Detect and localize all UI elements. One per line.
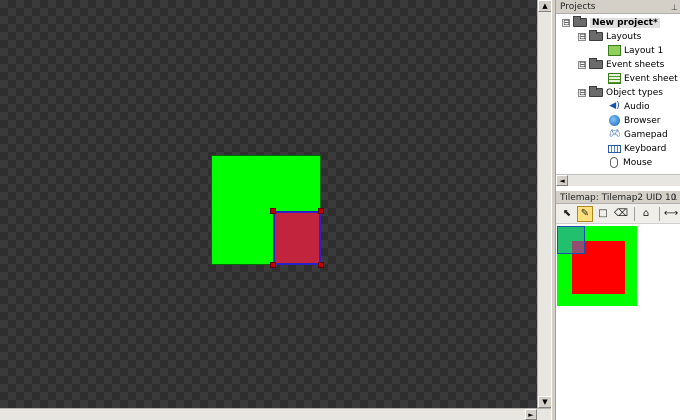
tree-item-audio[interactable]: ◀) Audio [608, 101, 650, 114]
object-type-label: Browser [624, 116, 661, 126]
event-sheet-item-label: Event sheet 1 [624, 74, 680, 84]
folder-icon [573, 16, 587, 27]
event-sheet-icon [608, 73, 621, 84]
tree-item-layout-1[interactable]: Layout 1 [608, 45, 663, 58]
tree-item-keyboard[interactable]: Keyboard [608, 143, 666, 156]
collapse-icon[interactable]: ⊟ [578, 88, 586, 97]
folder-icon [589, 86, 603, 97]
tilemap-panel: Tilemap: Tilemap2 UID 10 ⊥ ⬉ ✎ □ ⌫ ⌂ ⟷ [555, 190, 680, 420]
canvas-vertical-scrollbar[interactable]: ▲ ▼ [537, 0, 552, 408]
eraser-tool-icon[interactable]: ⌫ [613, 206, 629, 222]
event-sheets-folder-label: Event sheets [606, 60, 665, 70]
project-name-label: New project* [590, 18, 660, 28]
layout-icon [608, 45, 621, 56]
tilemap-panel-title: Tilemap: Tilemap2 UID 10 [560, 193, 677, 203]
mirror-tool-icon[interactable]: ⟷ [663, 206, 679, 222]
tilemap-panel-header: Tilemap: Tilemap2 UID 10 ⊥ [556, 190, 680, 204]
select-tool-icon[interactable]: ⬉ [559, 206, 575, 222]
scroll-left-button[interactable]: ◄ [556, 175, 568, 186]
tile-selection-highlight[interactable] [557, 226, 585, 254]
globe-icon [609, 115, 620, 126]
projects-horizontal-scrollbar[interactable]: ◄ [556, 174, 680, 186]
gamepad-icon: 🎮︎ [608, 129, 621, 139]
speaker-icon: ◀) [609, 101, 620, 111]
rectangle-tool-icon[interactable]: □ [595, 206, 611, 222]
collapse-icon[interactable]: ⊟ [578, 32, 586, 41]
collapse-icon[interactable]: ⊟ [578, 60, 586, 69]
scroll-down-button[interactable]: ▼ [538, 396, 552, 408]
layout-canvas[interactable] [0, 0, 537, 408]
mouse-icon [610, 157, 618, 168]
project-tree: ⊟ New project* ⊟ Layouts Layout 1 ⊟ Event s… [556, 14, 680, 172]
folder-icon [589, 30, 603, 41]
collapse-icon[interactable]: ⊟ [562, 18, 570, 27]
layout-item-label: Layout 1 [624, 46, 664, 56]
toolbar-separator [634, 207, 635, 221]
resize-handle-bottom-right[interactable] [318, 262, 324, 268]
object-type-label: Keyboard [624, 144, 667, 154]
toolbar-separator [659, 207, 660, 221]
resize-handle-top-left[interactable] [270, 208, 276, 214]
projects-panel: Projects ⊥ ⊟ New project* ⊟ Layouts Layout… [555, 0, 680, 190]
resize-handle-top-right[interactable] [318, 208, 324, 214]
scroll-right-button[interactable]: ► [525, 409, 537, 420]
keyboard-icon [608, 144, 621, 153]
object-types-folder-label: Object types [606, 88, 663, 98]
canvas-horizontal-scrollbar[interactable]: ► [0, 408, 551, 420]
pin-icon[interactable]: ⊥ [671, 191, 678, 204]
layouts-folder-label: Layouts [606, 32, 642, 42]
tree-item-layouts[interactable]: ⊟ Layouts [578, 30, 642, 44]
tree-item-event-sheets[interactable]: ⊟ Event sheets [578, 58, 665, 72]
flip-tool-icon[interactable]: ⌂ [638, 206, 654, 222]
object-type-label: Mouse [623, 158, 653, 168]
pencil-tool-icon[interactable]: ✎ [577, 206, 593, 222]
projects-panel-title: Projects [560, 2, 596, 12]
tree-item-mouse[interactable]: Mouse [608, 157, 652, 170]
tree-item-browser[interactable]: Browser [608, 115, 660, 128]
object-type-label: Gamepad [624, 130, 668, 140]
pin-icon[interactable]: ⊥ [671, 1, 678, 14]
red-square-sprite-selected[interactable] [273, 211, 321, 265]
tree-item-object-types[interactable]: ⊟ Object types [578, 86, 663, 100]
object-type-label: Audio [624, 102, 650, 112]
tileset-preview[interactable] [557, 226, 637, 306]
scroll-up-button[interactable]: ▲ [538, 0, 552, 12]
tree-item-gamepad[interactable]: 🎮︎ Gamepad [608, 129, 668, 142]
tree-item-event-sheet-1[interactable]: Event sheet 1 [608, 73, 680, 86]
folder-icon [589, 58, 603, 69]
tree-item-project[interactable]: ⊟ New project* [562, 16, 660, 30]
tilemap-toolbar: ⬉ ✎ □ ⌫ ⌂ ⟷ [556, 204, 680, 224]
resize-handle-bottom-left[interactable] [270, 262, 276, 268]
projects-panel-header: Projects ⊥ [556, 0, 680, 14]
